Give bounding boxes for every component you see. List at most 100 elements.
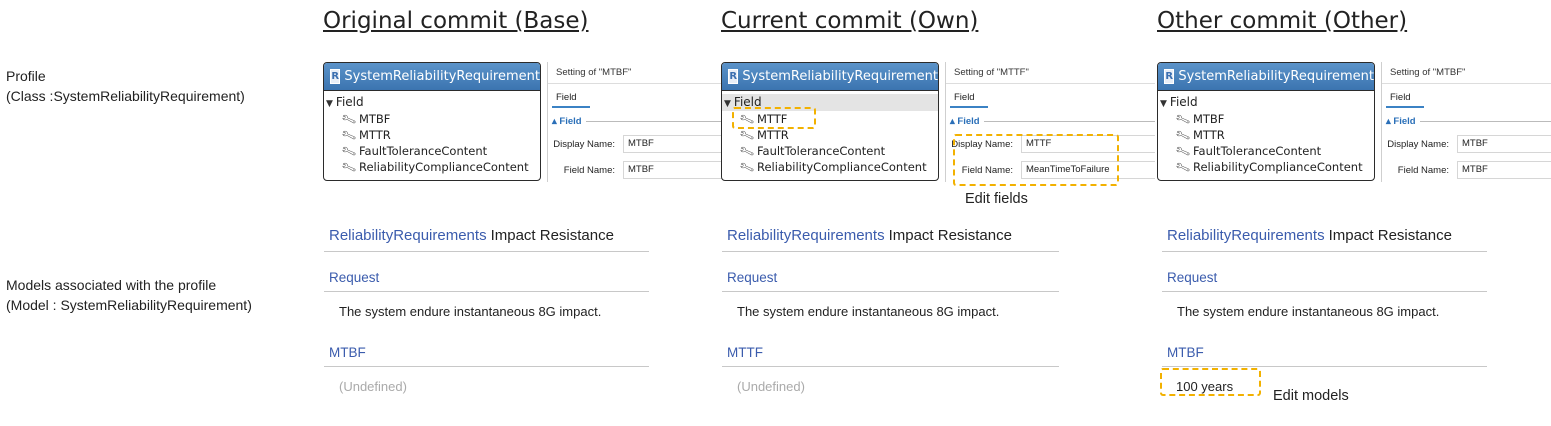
model-panel: ReliabilityRequirements Impact Resistanc… xyxy=(324,220,649,405)
wrench-icon: 🔧︎ xyxy=(340,159,358,177)
field-item-label: FaultToleranceContent xyxy=(756,144,886,158)
column-title: Original commit (Base) xyxy=(323,8,589,34)
model-name: Impact Resistance xyxy=(1328,227,1452,244)
tab-field[interactable]: Field xyxy=(950,90,988,108)
model-type[interactable]: ReliabilityRequirements xyxy=(329,227,487,244)
model-type[interactable]: ReliabilityRequirements xyxy=(1167,227,1325,244)
column-own: Current commit (Own) R SystemReliability… xyxy=(721,0,1155,426)
tab-field[interactable]: Field xyxy=(1386,90,1424,108)
field-item[interactable]: 🔧︎MTBF xyxy=(1158,111,1374,128)
field-item-label: MTBF xyxy=(1192,112,1225,126)
collapse-icon[interactable]: ▴ xyxy=(950,116,957,127)
field-item[interactable]: 🔧︎MTTR xyxy=(1158,127,1374,144)
attribute-value[interactable]: (Undefined) xyxy=(722,367,1047,405)
highlight-edited-fields xyxy=(953,134,1119,186)
collapse-icon[interactable]: ▴ xyxy=(1386,116,1393,127)
field-item[interactable]: 🔧︎MTTR xyxy=(324,127,540,144)
class-header[interactable]: R SystemReliabilityRequirement xyxy=(1158,63,1374,91)
class-icon: R xyxy=(728,69,739,84)
request-label: Request xyxy=(1162,252,1487,292)
model-panel: ReliabilityRequirements Impact Resistanc… xyxy=(722,220,1059,405)
model-name: Impact Resistance xyxy=(888,227,1012,244)
setting-section[interactable]: ▴ Field xyxy=(950,116,1155,127)
field-item-label: ReliabilityComplianceContent xyxy=(1192,160,1363,174)
edit-fields-note: Edit fields xyxy=(965,191,1028,207)
field-item-label: MTTR xyxy=(1192,128,1225,142)
model-title: ReliabilityRequirements Impact Resistanc… xyxy=(324,220,649,252)
model-title: ReliabilityRequirements Impact Resistanc… xyxy=(1162,220,1487,252)
profile-label: Profile xyxy=(6,68,46,84)
field-setting-panel: Setting of "MTBF" Field ▴ Field Display … xyxy=(1381,62,1551,182)
class-name: SystemReliabilityRequirement xyxy=(344,69,540,84)
section-divider xyxy=(983,121,1155,122)
class-name: SystemReliabilityRequirement xyxy=(1178,69,1374,84)
request-value[interactable]: The system endure instantaneous 8G impac… xyxy=(324,292,649,330)
wrench-icon: 🔧︎ xyxy=(738,159,756,177)
models-row-label: Models associated with the profile (Mode… xyxy=(6,275,252,315)
models-class-label: (Model : SystemReliabilityRequirement) xyxy=(6,297,252,313)
attribute-label: MTTF xyxy=(722,330,1059,367)
field-name-field[interactable]: MTBF xyxy=(1457,161,1551,179)
class-header[interactable]: R SystemReliabilityRequirement xyxy=(324,63,540,91)
model-type[interactable]: ReliabilityRequirements xyxy=(727,227,885,244)
column-title: Other commit (Other) xyxy=(1157,8,1408,34)
tab-field[interactable]: Field xyxy=(552,90,590,108)
request-value[interactable]: The system endure instantaneous 8G impac… xyxy=(722,292,1047,330)
request-label: Request xyxy=(722,252,1059,292)
setting-section-label: Field xyxy=(1393,116,1416,127)
column-base: Original commit (Base) R SystemReliabili… xyxy=(323,0,757,426)
field-item[interactable]: 🔧︎FaultToleranceContent xyxy=(722,143,938,160)
profile-class-label: (Class :SystemReliabilityRequirement) xyxy=(6,88,245,104)
model-title: ReliabilityRequirements Impact Resistanc… xyxy=(722,220,1059,252)
attribute-label: MTBF xyxy=(1162,330,1487,367)
field-item-label: ReliabilityComplianceContent xyxy=(756,160,927,174)
highlight-renamed-field xyxy=(732,107,816,129)
setting-section-label: Field xyxy=(957,116,980,127)
display-name-label: Display Name: xyxy=(1387,138,1449,150)
field-item[interactable]: 🔧︎ReliabilityComplianceContent xyxy=(324,159,540,177)
request-label: Request xyxy=(324,252,649,292)
field-item[interactable]: 🔧︎MTBF xyxy=(324,111,540,128)
display-name-row: Display Name: MTBF xyxy=(1382,135,1551,153)
field-name-label: Field Name: xyxy=(563,164,615,176)
field-item[interactable]: 🔧︎ReliabilityComplianceContent xyxy=(722,159,938,177)
request-value[interactable]: The system endure instantaneous 8G impac… xyxy=(1162,292,1487,330)
models-label: Models associated with the profile xyxy=(6,277,217,293)
field-item-label: MTTR xyxy=(358,128,391,142)
setting-section-label: Field xyxy=(559,116,582,127)
setting-title: Setting of "MTBF" xyxy=(1382,62,1551,84)
class-box[interactable]: R SystemReliabilityRequirement ▼ Field 🔧︎… xyxy=(1157,62,1375,181)
edit-models-note: Edit models xyxy=(1273,388,1349,404)
class-box[interactable]: R SystemReliabilityRequirement ▼ Field 🔧︎… xyxy=(323,62,541,181)
setting-section[interactable]: ▴ Field xyxy=(1386,116,1551,127)
field-item[interactable]: 🔧︎FaultToleranceContent xyxy=(1158,143,1374,160)
field-item-label: MTTR xyxy=(756,128,789,142)
field-group-label: Field xyxy=(335,95,364,109)
section-divider xyxy=(1419,121,1551,122)
class-icon: R xyxy=(1164,69,1175,84)
field-group[interactable]: ▼ Field xyxy=(324,94,540,111)
wrench-icon: 🔧︎ xyxy=(1174,159,1192,177)
field-name-row: Field Name: MTBF xyxy=(1382,161,1551,179)
class-name: SystemReliabilityRequirement xyxy=(742,69,938,84)
column-other: Other commit (Other) R SystemReliability… xyxy=(1157,0,1551,426)
field-item[interactable]: 🔧︎MTTR xyxy=(722,127,938,144)
field-item[interactable]: 🔧︎ReliabilityComplianceContent xyxy=(1158,159,1374,177)
attribute-value[interactable]: (Undefined) xyxy=(324,367,649,405)
column-title: Current commit (Own) xyxy=(721,8,979,34)
field-group[interactable]: ▼ Field xyxy=(1158,94,1374,111)
attribute-label: MTBF xyxy=(324,330,649,367)
model-name: Impact Resistance xyxy=(490,227,614,244)
class-icon: R xyxy=(330,69,341,84)
field-item-label: ReliabilityComplianceContent xyxy=(358,160,529,174)
field-item-label: MTBF xyxy=(358,112,391,126)
field-item[interactable]: 🔧︎FaultToleranceContent xyxy=(324,143,540,160)
profile-row-label: Profile (Class :SystemReliabilityRequire… xyxy=(6,66,245,106)
field-item-label: FaultToleranceContent xyxy=(1192,144,1322,158)
class-header[interactable]: R SystemReliabilityRequirement xyxy=(722,63,938,91)
collapse-icon[interactable]: ▴ xyxy=(552,116,559,127)
display-name-field[interactable]: MTBF xyxy=(1457,135,1551,153)
display-name-label: Display Name: xyxy=(553,138,615,150)
highlight-edited-model xyxy=(1160,368,1261,396)
field-group-label: Field xyxy=(1169,95,1198,109)
